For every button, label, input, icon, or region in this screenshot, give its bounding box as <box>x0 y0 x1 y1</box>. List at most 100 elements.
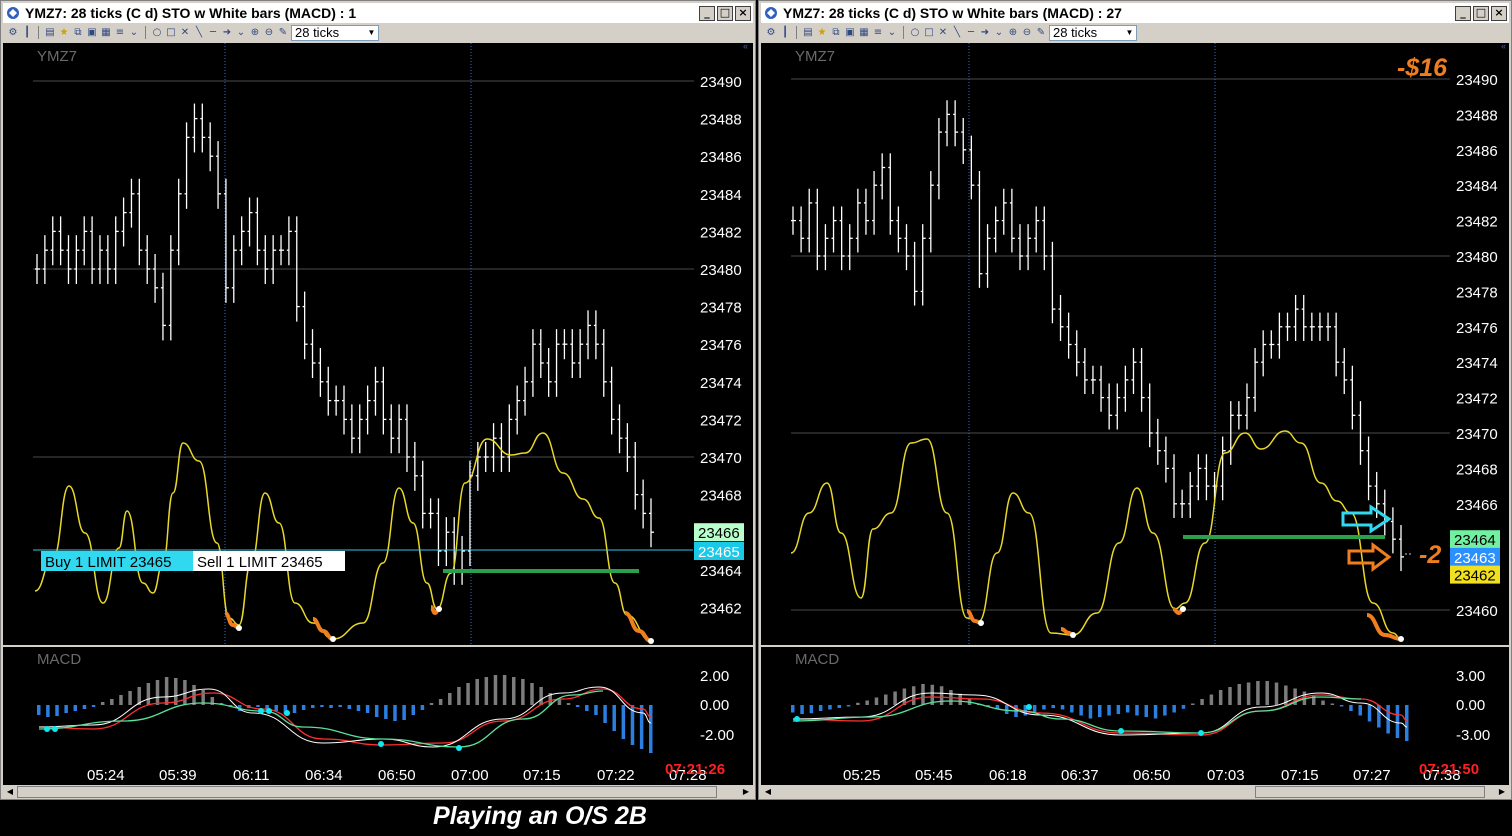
scroll-left-icon[interactable]: ◀ <box>761 785 775 799</box>
macd-histogram-bar <box>338 705 342 707</box>
save-icon[interactable]: ▣ <box>844 27 856 39</box>
rectangle-icon[interactable]: □ <box>923 27 935 39</box>
cross-icon[interactable]: ✕ <box>937 27 949 39</box>
price-chart-pane[interactable]: YMZ7 « 23490 23488 23486 23484 23482 23480 23478… <box>761 41 1511 645</box>
time-axis-label: 06:18 <box>989 767 1027 784</box>
y-tick-label: 23470 <box>700 450 742 467</box>
copy-icon[interactable]: ⧉ <box>72 27 84 39</box>
macd-histogram-bar <box>511 677 516 705</box>
save-icon[interactable]: ▣ <box>86 27 98 39</box>
pen-icon[interactable]: ✎ <box>1035 27 1047 39</box>
close-button[interactable]: × <box>735 5 751 21</box>
macd-histogram-bar <box>1172 705 1176 713</box>
bars-icon[interactable]: ┃ <box>779 27 791 39</box>
ymz-app-icon <box>7 7 19 19</box>
grid-icon[interactable]: ▦ <box>858 27 870 39</box>
bars-icon[interactable]: ≡ <box>114 27 126 39</box>
macd-histogram-bar <box>466 683 470 705</box>
title-bar[interactable]: YMZ7: 28 ticks (C d) STO w White bars (M… <box>3 3 753 23</box>
time-axis-label: 07:00 <box>451 767 489 784</box>
macd-histogram-bar <box>1181 705 1186 709</box>
macd-histogram-bar <box>475 679 479 705</box>
chevron-down-icon[interactable]: ⌄ <box>993 27 1005 39</box>
time-axis-label: 07:22 <box>597 767 635 784</box>
chart-type-icon[interactable]: ⚙ <box>765 27 777 39</box>
macd-histogram-bar <box>1144 705 1149 717</box>
copy-icon[interactable]: ⧉ <box>830 27 842 39</box>
title-bar[interactable]: YMZ7: 28 ticks (C d) STO w White bars (M… <box>761 3 1509 23</box>
line-icon[interactable]: ─ <box>965 27 977 39</box>
macd-histogram-bar <box>621 705 626 739</box>
y-tick-label: 23484 <box>700 187 742 204</box>
chart-type-icon[interactable]: ⚙ <box>7 27 19 39</box>
chevron-down-icon[interactable]: ⌄ <box>128 27 140 39</box>
macd-histogram-bar <box>539 687 543 705</box>
grid-icon[interactable]: ▦ <box>100 27 112 39</box>
interval-select[interactable]: 28 ticks ▼ <box>291 24 379 41</box>
macd-chart[interactable]: MACD 2.00 0.00 -2.00 05:24 05:39 06:11 06:34 06:… <box>3 647 755 785</box>
ellipse-icon[interactable]: ○ <box>909 27 921 39</box>
scroll-thumb[interactable] <box>17 786 717 798</box>
price-chart[interactable]: YMZ7 « 23490 23488 23486 23484 23482 23480 23478… <box>3 41 755 645</box>
cyan-arrow-icon <box>1341 504 1392 534</box>
macd-histogram-bar <box>1107 705 1111 716</box>
open-icon[interactable]: ▤ <box>802 27 814 39</box>
macd-histogram-bar <box>384 705 388 719</box>
rectangle-icon[interactable]: □ <box>165 27 177 39</box>
chart-window-right[interactable]: YMZ7: 28 ticks (C d) STO w White bars (M… <box>758 0 1512 800</box>
y-tick-label: 23472 <box>700 412 742 429</box>
arrow-icon[interactable]: ➜ <box>221 27 233 39</box>
chevron-down-icon[interactable]: ⌄ <box>886 27 898 39</box>
scroll-right-icon[interactable]: ▶ <box>1495 785 1509 799</box>
macd-histogram-bar <box>1153 705 1158 719</box>
horizontal-scrollbar[interactable]: ◀ ▶ <box>3 785 753 799</box>
macd-pane[interactable]: MACD 2.00 0.00 -2.00 05:24 05:39 06:11 06:34 06:… <box>3 647 753 785</box>
horizontal-scrollbar[interactable]: ◀ ▶ <box>761 785 1509 799</box>
zoom-in-icon[interactable]: ⊕ <box>1007 27 1019 39</box>
macd-histogram-bar <box>128 691 132 705</box>
scroll-left-icon[interactable]: ◀ <box>3 785 17 799</box>
y-tick-label: 23460 <box>1456 603 1498 620</box>
line-icon[interactable]: ─ <box>207 27 219 39</box>
zoom-out-icon[interactable]: ⊖ <box>1021 27 1033 39</box>
price-chart[interactable]: YMZ7 « 23490 23488 23486 23484 23482 23480 23478… <box>761 41 1511 645</box>
bars-icon[interactable]: ≡ <box>872 27 884 39</box>
price-chart-pane[interactable]: YMZ7 « 23490 23488 23486 23484 23482 23480 23478… <box>3 41 755 645</box>
chart-toolbar: ⚙ ┃ ▤ ★ ⧉ ▣ ▦ ≡ ⌄ ○ □ ✕ ╲ ─ ➜ ⌄ ⊕ ⊖ ✎ 28… <box>761 23 1509 42</box>
bars-icon[interactable]: ┃ <box>21 27 33 39</box>
ellipse-icon[interactable]: ○ <box>151 27 163 39</box>
macd-histogram-bar <box>82 705 87 709</box>
star-icon[interactable]: ★ <box>58 27 70 39</box>
maximize-button[interactable]: □ <box>1473 5 1489 21</box>
line-icon[interactable]: ╲ <box>193 27 205 39</box>
star-icon[interactable]: ★ <box>816 27 828 39</box>
macd-tick-label: 0.00 <box>1456 697 1485 714</box>
collapse-icon: « <box>743 43 748 51</box>
macd-histogram-bar <box>1321 700 1325 705</box>
arrow-icon[interactable]: ➜ <box>979 27 991 39</box>
line-icon[interactable]: ╲ <box>951 27 963 39</box>
scroll-thumb[interactable] <box>1255 786 1485 798</box>
scroll-right-icon[interactable]: ▶ <box>739 785 753 799</box>
macd-histogram-bar <box>1032 705 1037 713</box>
price-badge-label: 23465 <box>698 544 740 561</box>
close-button[interactable]: × <box>1491 5 1507 21</box>
y-tick-label: 23462 <box>700 600 742 617</box>
chevron-down-icon[interactable]: ▼ <box>366 27 377 39</box>
cross-icon[interactable]: ✕ <box>179 27 191 39</box>
zoom-out-icon[interactable]: ⊖ <box>263 27 275 39</box>
zoom-in-icon[interactable]: ⊕ <box>249 27 261 39</box>
chart-window-left[interactable]: YMZ7: 28 ticks (C d) STO w White bars (M… <box>0 0 756 800</box>
macd-histogram-bar <box>856 702 860 705</box>
macd-histogram-bar <box>809 705 814 714</box>
minimize-button[interactable]: _ <box>699 5 715 21</box>
chevron-down-icon[interactable]: ⌄ <box>235 27 247 39</box>
minimize-button[interactable]: _ <box>1455 5 1471 21</box>
open-icon[interactable]: ▤ <box>44 27 56 39</box>
macd-chart[interactable]: MACD 3.00 0.00 -3.00 05:25 05:45 06:18 06:37 06:… <box>761 647 1511 785</box>
pen-icon[interactable]: ✎ <box>277 27 289 39</box>
chevron-down-icon[interactable]: ▼ <box>1124 27 1135 39</box>
macd-pane[interactable]: MACD 3.00 0.00 -3.00 05:25 05:45 06:18 06:37 06:… <box>761 647 1509 785</box>
interval-select[interactable]: 28 ticks ▼ <box>1049 24 1137 41</box>
maximize-button[interactable]: □ <box>717 5 733 21</box>
